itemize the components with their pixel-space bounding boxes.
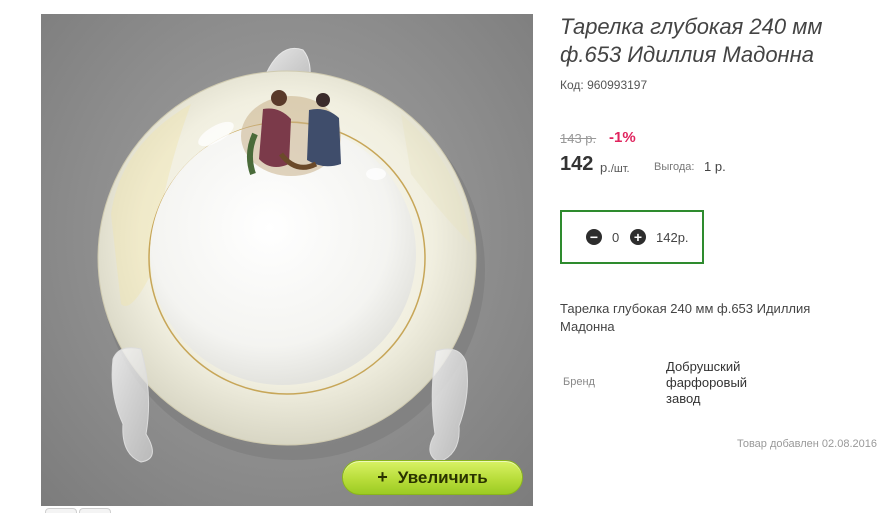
quantity-stepper: − 0 + 142р. bbox=[560, 210, 704, 264]
plus-icon: + bbox=[377, 467, 388, 487]
brand-label: Бренд bbox=[563, 376, 595, 388]
plus-circle-icon[interactable]: + bbox=[630, 229, 646, 245]
benefit-value: 1 р. bbox=[704, 159, 726, 174]
price-unit: р./шт. bbox=[600, 160, 630, 175]
thumbnail[interactable] bbox=[79, 508, 111, 513]
quantity-value: 0 bbox=[612, 230, 620, 245]
added-date: Товар добавлен 02.08.2016 bbox=[736, 438, 877, 450]
zoom-button-label: Увеличить bbox=[397, 467, 488, 487]
minus-circle-icon[interactable]: − bbox=[586, 229, 602, 245]
thumbnail-strip bbox=[41, 508, 121, 513]
thumbnail[interactable] bbox=[45, 508, 77, 513]
benefit-label: Выгода: bbox=[654, 161, 695, 173]
discount-badge: -1% bbox=[609, 129, 636, 146]
product-description: Тарелка глубокая 240 мм ф.653 Идиллия Ма… bbox=[560, 301, 811, 334]
product-code: Код: 960993197 bbox=[560, 78, 648, 92]
product-title: Тарелка глубокая 240 мм ф.653 Идиллия Ма… bbox=[560, 14, 823, 67]
product-page: + Увеличить Тарелка глубокая 240 мм ф.65… bbox=[0, 0, 884, 513]
currency: р. bbox=[600, 160, 611, 175]
current-price: 142 bbox=[560, 153, 594, 175]
brand-value[interactable]: Добрушский фарфоровый завод bbox=[666, 359, 776, 407]
per-unit: /шт. bbox=[610, 163, 630, 175]
zoom-button[interactable]: + Увеличить bbox=[342, 460, 523, 495]
quantity-total: 142р. bbox=[656, 230, 689, 245]
plate-illustration bbox=[97, 48, 485, 463]
product-image[interactable]: + Увеличить bbox=[41, 14, 533, 506]
old-price: 143 р. bbox=[560, 131, 597, 146]
